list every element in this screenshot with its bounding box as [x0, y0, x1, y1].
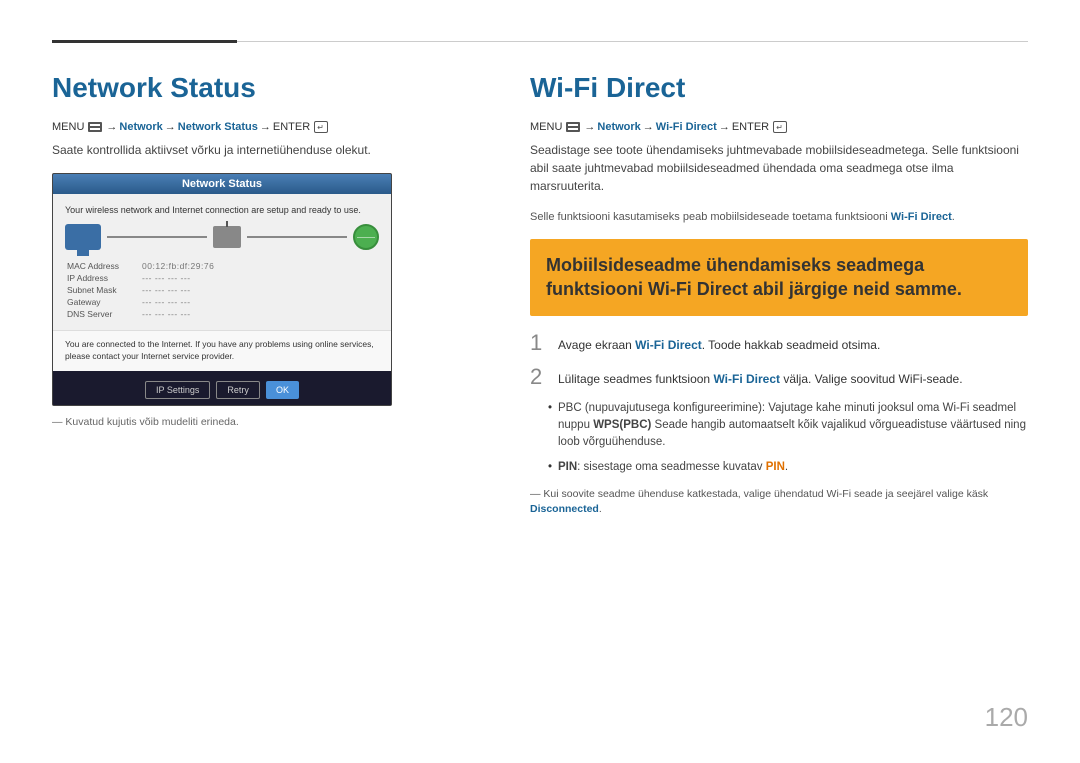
mac-label: MAC Address [65, 260, 140, 272]
left-description: Saate kontrollida aktiivset võrku ja int… [52, 141, 482, 159]
connector-line [107, 236, 207, 238]
right-arrow1: → [584, 121, 595, 133]
ok-button[interactable]: OK [266, 381, 299, 399]
router-icon [213, 226, 241, 248]
ip-label: IP Address [65, 272, 140, 284]
highlight-box: Mobiilsideseadme ühendamiseks seadmega f… [530, 239, 1028, 316]
bullet1-bold: WPS(PBC) [593, 419, 651, 431]
selle-note: Selle funktsiooni kasutamiseks peab mobi… [530, 209, 1028, 226]
step2-bold: Wi-Fi Direct [713, 372, 780, 386]
network-info-table: MAC Address 00:12:fb:df:29:76 IP Address… [65, 260, 379, 320]
step2-after: välja. Valige soovitud WiFi-seade. [780, 372, 963, 386]
two-columns: Network Status MENU → Network → Network … [52, 71, 1028, 518]
footnote-main: Kui soovite seadme ühenduse katkestada, … [543, 488, 988, 500]
screen-bottom-message: You are connected to the Internet. If yo… [53, 330, 391, 371]
menu-icon [88, 122, 102, 132]
right-menu-path: MENU → Network → Wi-Fi Direct → ENTER [530, 121, 1028, 133]
table-row-ip: IP Address --- --- --- --- [65, 272, 379, 284]
arrow1: → [106, 121, 117, 133]
selle-note-before: Selle funktsiooni kasutamiseks peab mobi… [530, 211, 891, 223]
right-arrow3: → [719, 121, 730, 133]
step1-bold: Wi-Fi Direct [635, 338, 702, 352]
right-section-title: Wi-Fi Direct [530, 71, 1028, 105]
enter-label: ENTER [273, 121, 310, 133]
left-footnote: Kuvatud kujutis võib mudeliti erineda. [52, 416, 482, 428]
step2-before: Lülitage seadmes funktsioon [558, 372, 713, 386]
table-row-gateway: Gateway --- --- --- --- [65, 296, 379, 308]
screen-body: Your wireless network and Internet conne… [53, 194, 391, 331]
page-container: Network Status MENU → Network → Network … [0, 0, 1080, 763]
connector-line2 [247, 236, 347, 238]
right-enter-icon [773, 121, 787, 133]
right-column: Wi-Fi Direct MENU → Network → Wi-Fi Dire… [530, 71, 1028, 518]
status-message: Your wireless network and Internet conne… [65, 204, 379, 217]
retry-button[interactable]: Retry [216, 381, 260, 399]
table-row-subnet: Subnet Mask --- --- --- --- [65, 284, 379, 296]
step-2-number: 2 [530, 366, 546, 388]
mac-value: 00:12:fb:df:29:76 [140, 260, 379, 272]
right-menu-label: MENU [530, 121, 562, 133]
table-row-mac: MAC Address 00:12:fb:df:29:76 [65, 260, 379, 272]
table-row-dns: DNS Server --- --- --- --- [65, 308, 379, 320]
subnet-value: --- --- --- --- [140, 284, 379, 296]
right-arrow2: → [643, 121, 654, 133]
right-footnote: Kui soovite seadme ühenduse katkestada, … [530, 487, 1028, 519]
page-number: 120 [985, 702, 1028, 733]
tv-icon [65, 224, 101, 250]
line-light [237, 41, 1028, 42]
line-dark [52, 40, 237, 43]
status-link: Network Status [178, 121, 258, 133]
menu-label: MENU [52, 121, 84, 133]
ip-settings-button[interactable]: IP Settings [145, 381, 210, 399]
step-1-text: Avage ekraan Wi-Fi Direct. Toode hakkab … [558, 332, 880, 354]
enter-icon [314, 121, 328, 133]
disconnected-label: Disconnected [530, 503, 599, 515]
network-visual [65, 224, 379, 250]
step1-after: . Toode hakkab seadmeid otsima. [702, 338, 881, 352]
step-1-number: 1 [530, 332, 546, 354]
footnote-end: . [599, 503, 602, 515]
wifidirect-link: Wi-Fi Direct [656, 121, 717, 133]
right-description: Seadistage see toote ühendamiseks juhtme… [530, 141, 1028, 195]
gateway-value: --- --- --- --- [140, 296, 379, 308]
arrow2: → [165, 121, 176, 133]
gateway-label: Gateway [65, 296, 140, 308]
left-section-title: Network Status [52, 71, 482, 105]
screen-header: Network Status [53, 174, 391, 194]
ip-value: --- --- --- --- [140, 272, 379, 284]
step-2: 2 Lülitage seadmes funktsioon Wi-Fi Dire… [530, 366, 1028, 388]
bullet2-before: : sisestage oma seadmesse kuvatav [577, 461, 766, 473]
screen-buttons: IP Settings Retry OK [53, 375, 391, 405]
dns-label: DNS Server [65, 308, 140, 320]
bullet-2: PIN: sisestage oma seadmesse kuvatav PIN… [548, 459, 1028, 476]
step-1: 1 Avage ekraan Wi-Fi Direct. Toode hakka… [530, 332, 1028, 354]
subnet-label: Subnet Mask [65, 284, 140, 296]
left-column: Network Status MENU → Network → Network … [52, 71, 482, 518]
wifidirect-ref: Wi-Fi Direct [891, 211, 952, 223]
network-screen-mock: Network Status Your wireless network and… [52, 173, 392, 406]
bullet2-pin-label: PIN [558, 461, 577, 473]
selle-note-after: . [952, 211, 955, 223]
arrow3: → [260, 121, 271, 133]
highlight-text: Mobiilsideseadme ühendamiseks seadmega f… [546, 253, 1012, 302]
top-decorative-lines [52, 40, 1028, 43]
step1-before: Avage ekraan [558, 338, 635, 352]
bullet-list: PBC (nupuvajutusega konfigureerimine): V… [548, 400, 1028, 477]
step-2-text: Lülitage seadmes funktsioon Wi-Fi Direct… [558, 366, 963, 388]
dns-value: --- --- --- --- [140, 308, 379, 320]
left-menu-path: MENU → Network → Network Status → ENTER [52, 121, 482, 133]
bullet-1: PBC (nupuvajutusega konfigureerimine): V… [548, 400, 1028, 452]
globe-icon [353, 224, 379, 250]
right-network-link: Network [597, 121, 640, 133]
right-menu-icon [566, 122, 580, 132]
network-link: Network [119, 121, 162, 133]
bullet2-after: . [785, 461, 788, 473]
right-enter-label: ENTER [732, 121, 769, 133]
bullet2-pin: PIN [766, 461, 785, 473]
